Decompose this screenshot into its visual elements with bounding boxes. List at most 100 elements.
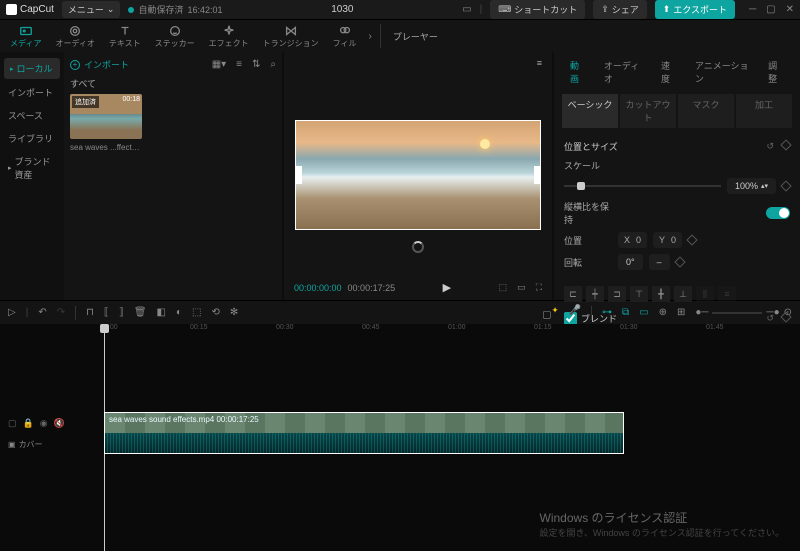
prop-tab-video[interactable]: 動画 [562,56,594,88]
subtab-mask[interactable]: マスク [678,94,734,128]
crop-tool-icon[interactable]: ⬚ [192,307,201,318]
media-thumbnail[interactable]: 追加済 00:18 sea waves ...ffects.mp4 [70,94,142,152]
keyframe-icon[interactable] [780,139,791,150]
select-tool-icon[interactable]: ▷ [8,307,16,318]
subtab-process[interactable]: 加工 [736,94,792,128]
mic-icon[interactable]: 🎤 [569,305,581,320]
align-hcenter-icon[interactable]: ┿ [586,286,604,302]
aspect-toggle[interactable] [766,207,790,219]
share-button[interactable]: ⇪シェア [593,0,647,19]
tab-media[interactable]: メディア [4,22,47,51]
reverse-icon[interactable]: ⟲ [211,307,219,318]
dist-v-icon[interactable]: ≡ [718,286,736,302]
close-button[interactable]: ✕ [786,4,794,15]
minimize-button[interactable]: ─ [749,4,756,15]
redo-icon[interactable]: ↷ [57,307,65,318]
layout-icon[interactable]: ▭ [462,4,471,15]
sidebar-item-local[interactable]: ▸ローカル [4,58,60,79]
marker-icon[interactable]: ⊕ [659,307,667,318]
time-ruler[interactable]: 0:00 00:15 00:30 00:45 01:00 01:15 01:30… [104,324,800,338]
align-top-icon[interactable]: ⊤ [630,286,648,302]
pos-y-input[interactable]: Y0 [653,232,682,248]
video-preview[interactable] [295,120,541,230]
menu-button[interactable]: メニュー⌄ [62,1,121,18]
mirror-icon[interactable]: ◐ [176,307,182,318]
track-settings-icon[interactable]: ▢ [8,418,17,429]
scale-value[interactable]: 100%▴▾ [727,178,776,194]
subtab-cutout[interactable]: カットアウト [620,94,676,128]
title-bar: CapCut メニュー⌄ 自動保存済 16:42:01 1030 ▭ | ⌨ショ… [0,0,800,20]
play-button[interactable]: ▶ [443,281,451,294]
rotate-value[interactable]: 0° [618,254,643,270]
align-vcenter-icon[interactable]: ╋ [652,286,670,302]
scale-slider[interactable] [564,185,721,187]
visibility-icon[interactable]: ◉ [40,418,48,429]
dist-h-icon[interactable]: ⫼ [696,286,714,302]
trim-right-icon[interactable]: ⟧ [119,307,124,318]
prop-tab-speed[interactable]: 速度 [653,56,685,88]
search-icon[interactable]: ⌕ [270,59,276,70]
clip-label: sea waves sound effects.mp4 00:00:17:25 [109,415,259,424]
view-list-icon[interactable]: ≡ [236,59,242,70]
maximize-button[interactable]: ▢ [766,4,775,15]
split-icon[interactable]: ⊓ [86,307,94,318]
keyframe-icon[interactable] [686,234,697,245]
timeline-clip[interactable]: sea waves sound effects.mp4 00:00:17:25 [104,412,624,454]
preview-cut-icon[interactable]: ▭ [639,307,648,318]
zoom-out-icon[interactable]: ●─ [695,307,708,318]
trim-left-icon[interactable]: ⟦ [104,307,109,318]
keyframe-icon[interactable] [674,256,685,267]
fullscreen-icon[interactable]: ⛶ [536,282,542,293]
resize-handle-right[interactable] [534,166,541,184]
sidebar-item-brand[interactable]: ▸ブランド資産 [0,150,64,186]
zoom-slider[interactable] [712,312,762,314]
pos-x-input[interactable]: X0 [618,232,647,248]
import-button[interactable]: +インポート [70,58,129,71]
export-button[interactable]: ⬆エクスポート [655,0,735,19]
mic-badge-icon[interactable]: ▢✦ [542,305,558,320]
keyframe-icon[interactable] [780,180,791,191]
player-menu-icon[interactable]: ≡ [537,58,542,68]
ribbon-tabs: メディア オーディオ テキスト ステッカー エフェクト トランジション フィル … [0,20,800,52]
tab-filter[interactable]: フィル [327,22,363,51]
rotate-dash[interactable]: – [649,254,670,270]
tab-text[interactable]: テキスト [103,22,147,51]
tab-audio[interactable]: オーディオ [49,22,100,51]
align-bottom-icon[interactable]: ⊥ [674,286,692,302]
resize-handle-left[interactable] [295,166,302,184]
ribbon-more-icon[interactable]: › [365,31,376,42]
zoom-in-icon[interactable]: ─● [766,307,779,318]
link-icon[interactable]: ⧉ [622,307,629,318]
cover-button[interactable]: ▣カバー [8,439,96,450]
sidebar-item-import[interactable]: インポート [0,81,64,104]
loading-spinner-icon [412,241,424,253]
lock-icon[interactable]: 🔒 [23,418,34,429]
crop-icon[interactable]: ⬚ [499,282,508,293]
mute-icon[interactable]: 🔇 [54,418,65,429]
delete-icon[interactable]: 🗑 [134,307,147,318]
align-right-icon[interactable]: ⊐ [608,286,626,302]
prop-tab-anim[interactable]: アニメーション [687,56,758,88]
sidebar-item-library[interactable]: ライブラリ [0,127,64,150]
ratio-icon[interactable]: ▭ [517,282,526,293]
sidebar-item-space[interactable]: スペース [0,104,64,127]
tab-effect[interactable]: エフェクト [203,22,255,51]
align-left-icon[interactable]: ⊏ [564,286,582,302]
reset-icon[interactable]: ↺ [766,141,774,152]
track-icon[interactable]: ⊞ [677,307,685,318]
sort-icon[interactable]: ⇅ [252,59,260,70]
shortcut-button[interactable]: ⌨ショートカット [490,0,585,19]
subtab-basic[interactable]: ベーシック [562,94,618,128]
prop-tab-adjust[interactable]: 調整 [760,56,792,88]
view-grid-icon[interactable]: ▦▾ [212,59,226,70]
freeze-icon[interactable]: ✻ [230,307,238,318]
tool-icon[interactable]: ◧ [157,307,166,318]
tab-transition[interactable]: トランジション [257,22,325,51]
player-label: プレーヤー [385,30,446,43]
timeline[interactable]: 0:00 00:15 00:30 00:45 01:00 01:15 01:30… [0,324,800,551]
clip-name: sea waves ...ffects.mp4 [70,143,142,152]
magnet-icon[interactable]: ⊶ [602,307,612,318]
prop-tab-audio[interactable]: オーディオ [596,56,651,88]
tab-sticker[interactable]: ステッカー [149,22,201,51]
undo-icon[interactable]: ↶ [38,307,46,318]
